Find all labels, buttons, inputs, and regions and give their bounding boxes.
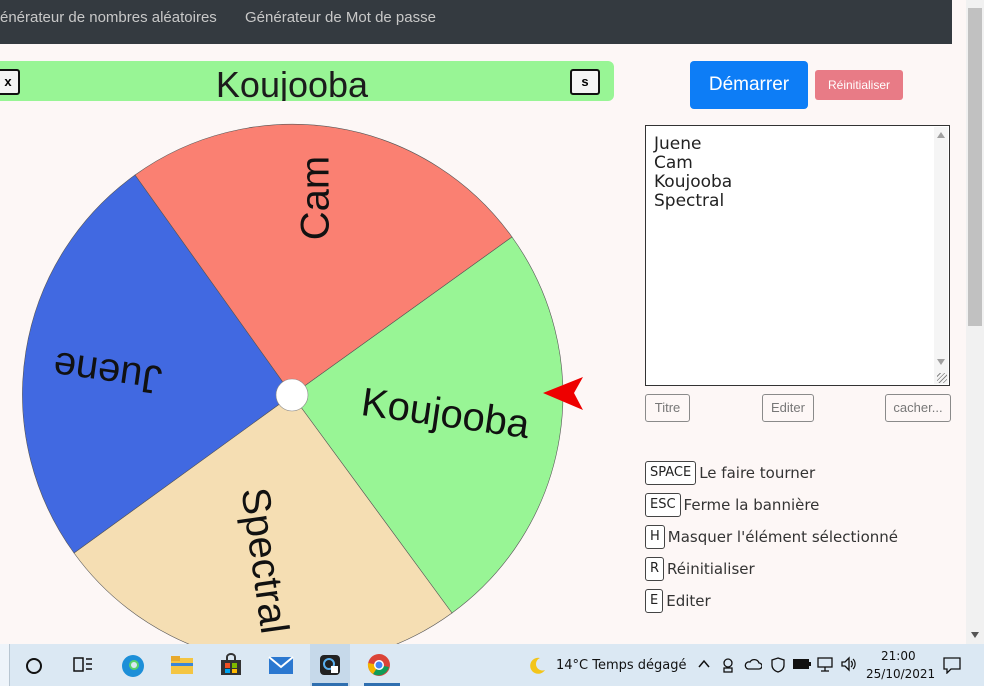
shortcut-label: Masquer l'élément sélectionné — [667, 528, 898, 546]
names-textarea[interactable]: Juene Cam Koujooba Spectral — [645, 125, 950, 386]
wheel-label-cam: Cam — [294, 156, 338, 240]
hide-button[interactable]: cacher... — [885, 394, 951, 422]
snipping-tool-icon[interactable] — [318, 653, 342, 677]
weather-text[interactable]: 14°C Temps dégagé — [556, 658, 687, 673]
volume-icon[interactable] — [840, 656, 858, 672]
name-entry: Juene — [654, 134, 702, 154]
shortcut-key: H — [645, 525, 665, 549]
shortcut-space: SPACE Le faire tourner — [645, 461, 815, 485]
names-scrollbar[interactable] — [934, 127, 948, 384]
reset-button[interactable]: Réinitialiser — [815, 70, 903, 100]
windows-taskbar: 14°C Temps dégagé 21:00 25/10/2021 — [0, 644, 984, 686]
chrome-icon[interactable] — [367, 653, 391, 677]
chevron-up-icon[interactable] — [697, 658, 711, 670]
meet-now-icon[interactable] — [720, 656, 736, 674]
cortana-icon[interactable] — [24, 656, 44, 676]
name-entry: Cam — [654, 153, 693, 173]
page-scrollbar[interactable] — [966, 0, 984, 644]
wheel-center-hub — [275, 378, 309, 412]
shortcut-label: Editer — [666, 592, 711, 610]
moon-weather-icon[interactable] — [527, 656, 547, 676]
scroll-down-arrow-icon[interactable] — [971, 632, 979, 638]
clock-date[interactable]: 25/10/2021 — [866, 667, 935, 681]
shortcut-label: Ferme la bannière — [683, 496, 820, 514]
search-box-edge[interactable] — [0, 644, 10, 686]
notification-center-icon[interactable] — [942, 656, 962, 674]
name-entry: Koujooba — [654, 172, 733, 192]
banner-save-button[interactable]: s — [570, 69, 600, 95]
names-list: Juene Cam Koujooba Spectral — [654, 135, 732, 211]
file-explorer-icon[interactable] — [170, 654, 194, 676]
resize-grip-icon[interactable] — [937, 373, 947, 383]
shortcut-key: ESC — [645, 493, 681, 517]
scroll-down-arrow-icon[interactable] — [937, 359, 945, 365]
clock-time[interactable]: 21:00 — [881, 649, 916, 663]
shortcut-key: E — [645, 589, 664, 613]
mail-icon[interactable] — [268, 655, 294, 675]
shortcut-label: Le faire tourner — [699, 464, 816, 482]
title-button[interactable]: Titre — [645, 394, 690, 422]
winner-banner: Koujooba x s — [0, 61, 614, 101]
shortcut-e: E Editer — [645, 589, 711, 613]
start-button[interactable]: Démarrer — [690, 61, 808, 109]
shortcut-h: H Masquer l'élément sélectionné — [645, 525, 898, 549]
task-view-icon[interactable] — [72, 655, 94, 675]
security-shield-icon[interactable] — [770, 656, 786, 674]
scroll-up-arrow-icon[interactable] — [937, 132, 945, 138]
shortcut-label: Réinitialiser — [667, 560, 755, 578]
edit-button[interactable]: Editer — [762, 394, 814, 422]
network-icon[interactable] — [816, 656, 836, 672]
shortcut-esc: ESC Ferme la bannière — [645, 493, 819, 517]
page-scrollbar-thumb[interactable] — [968, 8, 982, 326]
edge-browser-icon[interactable] — [120, 653, 146, 679]
battery-icon[interactable] — [792, 657, 812, 671]
banner-close-button[interactable]: x — [0, 69, 20, 95]
shortcut-r: R Réinitialiser — [645, 557, 755, 581]
banner-title: Koujooba — [215, 64, 369, 101]
shortcut-key: R — [645, 557, 665, 581]
onedrive-cloud-icon[interactable] — [744, 657, 762, 671]
microsoft-store-icon[interactable] — [219, 653, 243, 677]
name-entry: Spectral — [654, 191, 725, 211]
shortcut-key: SPACE — [645, 461, 697, 485]
